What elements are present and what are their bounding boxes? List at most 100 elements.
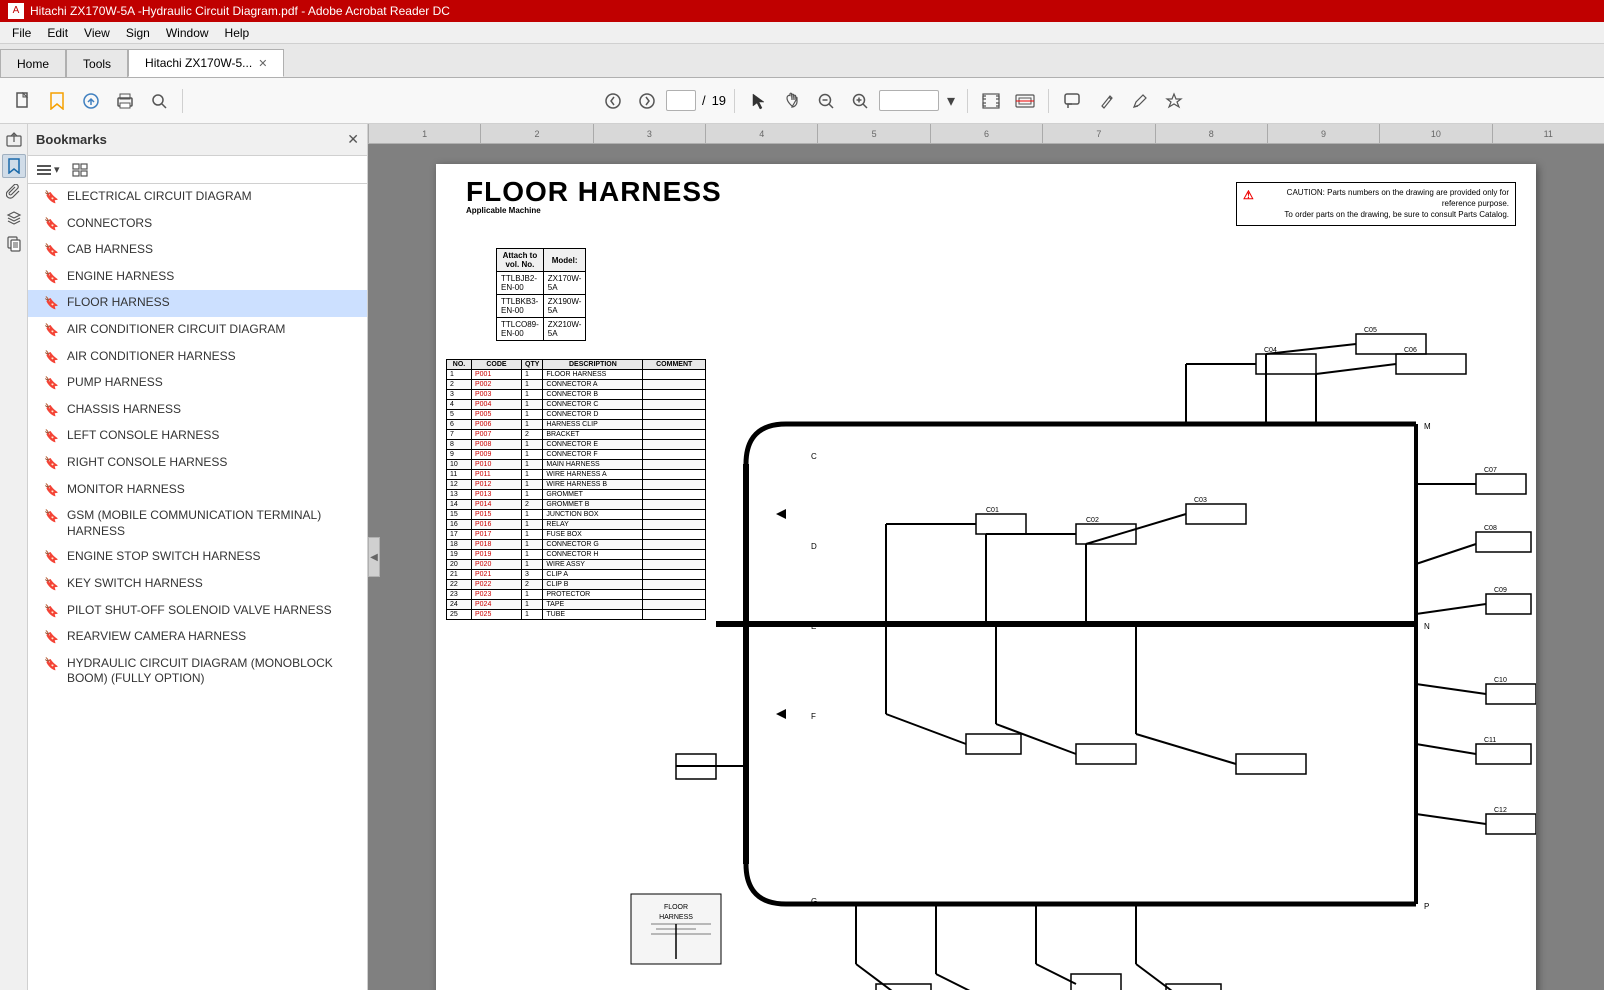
bookmark-engine-harness[interactable]: 🔖 ENGINE HARNESS bbox=[28, 264, 367, 291]
page-number-input[interactable]: 5 bbox=[666, 90, 696, 111]
bookmark-pump-harness[interactable]: 🔖 PUMP HARNESS bbox=[28, 370, 367, 397]
bookmark-hydraulic-circuit[interactable]: 🔖 HYDRAULIC CIRCUIT DIAGRAM (MONOBLOCK B… bbox=[28, 651, 367, 692]
bookmark-label: CONNECTORS bbox=[67, 216, 152, 232]
bookmark-icon: 🔖 bbox=[44, 657, 59, 673]
zoom-in-button[interactable] bbox=[845, 86, 875, 116]
bookmark-connectors[interactable]: 🔖 CONNECTORS bbox=[28, 211, 367, 238]
bookmarks-toolbar: ▾ bbox=[28, 156, 367, 184]
rail-pages-icon[interactable] bbox=[2, 232, 26, 256]
highlight-button[interactable] bbox=[1091, 86, 1121, 116]
stamp-button[interactable] bbox=[1159, 86, 1189, 116]
bookmark-icon: 🔖 bbox=[44, 217, 59, 233]
caution-text: CAUTION: Parts numbers on the drawing ar… bbox=[1258, 187, 1509, 221]
bookmark-label: ENGINE STOP SWITCH HARNESS bbox=[67, 549, 261, 565]
svg-text:N: N bbox=[1424, 622, 1430, 631]
svg-text:D: D bbox=[811, 542, 817, 551]
find-button[interactable] bbox=[144, 86, 174, 116]
menu-sign[interactable]: Sign bbox=[118, 24, 158, 42]
tab-close-icon[interactable]: ✕ bbox=[258, 57, 267, 70]
svg-text:C08: C08 bbox=[1484, 525, 1497, 532]
bookmark-floor-harness[interactable]: 🔖 FLOOR HARNESS bbox=[28, 290, 367, 317]
select-tool-button[interactable] bbox=[743, 86, 773, 116]
zoom-dropdown-button[interactable]: ▾ bbox=[943, 86, 959, 116]
bookmark-label: RIGHT CONSOLE HARNESS bbox=[67, 455, 227, 471]
bookmark-pilot-shutoff[interactable]: 🔖 PILOT SHUT-OFF SOLENOID VALVE HARNESS bbox=[28, 598, 367, 625]
upload-button[interactable] bbox=[76, 86, 106, 116]
bookmark-electrical-circuit[interactable]: 🔖 ELECTRICAL CIRCUIT DIAGRAM bbox=[28, 184, 367, 211]
bookmark-left-console[interactable]: 🔖 LEFT CONSOLE HARNESS bbox=[28, 423, 367, 450]
menu-file[interactable]: File bbox=[4, 24, 39, 42]
zoom-out-button[interactable] bbox=[811, 86, 841, 116]
ruler-mark: 11 bbox=[1492, 124, 1604, 143]
bookmark-icon: 🔖 bbox=[44, 190, 59, 206]
fit-page-button[interactable] bbox=[976, 86, 1006, 116]
titlebar: A Hitachi ZX170W-5A -Hydraulic Circuit D… bbox=[0, 0, 1604, 22]
bookmark-gsm-harness[interactable]: 🔖 GSM (MOBILE COMMUNICATION TERMINAL) HA… bbox=[28, 503, 367, 544]
bookmark-cab-harness[interactable]: 🔖 CAB HARNESS bbox=[28, 237, 367, 264]
bookmark-icon: 🔖 bbox=[44, 403, 59, 419]
bookmark-label: LEFT CONSOLE HARNESS bbox=[67, 428, 219, 444]
prev-page-button[interactable] bbox=[598, 86, 628, 116]
pdf-page: FLOOR HARNESS Applicable Machine Attach … bbox=[436, 164, 1536, 990]
scan-button[interactable] bbox=[1010, 86, 1040, 116]
menu-edit[interactable]: Edit bbox=[39, 24, 76, 42]
bookmark-icon: 🔖 bbox=[44, 456, 59, 472]
tab-document[interactable]: Hitachi ZX170W-5... ✕ bbox=[128, 49, 284, 77]
tab-home[interactable]: Home bbox=[0, 49, 66, 77]
svg-text:M: M bbox=[1424, 422, 1431, 431]
svg-text:C10: C10 bbox=[1494, 677, 1507, 684]
svg-text:HARNESS: HARNESS bbox=[659, 914, 693, 921]
ruler-mark: 10 bbox=[1379, 124, 1491, 143]
bookmark-button[interactable] bbox=[42, 86, 72, 116]
rail-bookmarks-icon[interactable] bbox=[2, 154, 26, 178]
markup-button[interactable] bbox=[1125, 86, 1155, 116]
rail-attachment-icon[interactable] bbox=[2, 180, 26, 204]
bookmark-chassis-harness[interactable]: 🔖 CHASSIS HARNESS bbox=[28, 397, 367, 424]
page-navigation: 5 / 19 bbox=[666, 90, 726, 111]
app-icon: A bbox=[8, 3, 24, 19]
toolbar-sep-3 bbox=[967, 89, 968, 113]
bookmark-label: ELECTRICAL CIRCUIT DIAGRAM bbox=[67, 189, 252, 205]
pdf-viewer[interactable]: 1 2 3 4 5 6 7 8 9 10 11 FLOOR HARNESS Ap… bbox=[368, 124, 1604, 990]
bookmark-label: KEY SWITCH HARNESS bbox=[67, 576, 203, 592]
bookmarks-expand-button[interactable] bbox=[68, 159, 92, 181]
bookmark-rearview-camera[interactable]: 🔖 REARVIEW CAMERA HARNESS bbox=[28, 624, 367, 651]
bookmark-label: CHASSIS HARNESS bbox=[67, 402, 181, 418]
bookmark-label: MONITOR HARNESS bbox=[67, 482, 185, 498]
bookmark-label: AIR CONDITIONER CIRCUIT DIAGRAM bbox=[67, 322, 285, 338]
bookmark-monitor-harness[interactable]: 🔖 MONITOR HARNESS bbox=[28, 477, 367, 504]
rail-share-icon[interactable] bbox=[2, 128, 26, 152]
bookmark-ac-harness[interactable]: 🔖 AIR CONDITIONER HARNESS bbox=[28, 344, 367, 371]
pdf-page-container[interactable]: FLOOR HARNESS Applicable Machine Attach … bbox=[368, 144, 1604, 990]
bookmark-icon: 🔖 bbox=[44, 429, 59, 445]
menubar: File Edit View Sign Window Help bbox=[0, 22, 1604, 44]
bookmark-engine-stop[interactable]: 🔖 ENGINE STOP SWITCH HARNESS bbox=[28, 544, 367, 571]
ruler-mark: 7 bbox=[1042, 124, 1154, 143]
main-area: Bookmarks ✕ ▾ 🔖 ELECTRICAL CIRCUIT DIAGR… bbox=[0, 124, 1604, 990]
bookmark-icon: 🔖 bbox=[44, 270, 59, 286]
menu-window[interactable]: Window bbox=[158, 24, 217, 42]
bookmark-label: PUMP HARNESS bbox=[67, 375, 163, 391]
rail-layers-icon[interactable] bbox=[2, 206, 26, 230]
menu-view[interactable]: View bbox=[76, 24, 118, 42]
bookmark-icon: 🔖 bbox=[44, 243, 59, 259]
tab-tools[interactable]: Tools bbox=[66, 49, 128, 77]
bookmarks-menu-button[interactable]: ▾ bbox=[32, 159, 64, 181]
next-page-button[interactable] bbox=[632, 86, 662, 116]
comment-button[interactable] bbox=[1057, 86, 1087, 116]
panel-collapse-button[interactable]: ◀ bbox=[368, 537, 380, 577]
zoom-input[interactable]: 48.5% bbox=[879, 90, 939, 111]
hand-tool-button[interactable] bbox=[777, 86, 807, 116]
tab-home-label: Home bbox=[17, 57, 49, 71]
schematic-diagram: FLOOR HARNESS C01 C02 C03 C04 C05 C06 C0… bbox=[436, 264, 1536, 990]
bookmark-ac-circuit[interactable]: 🔖 AIR CONDITIONER CIRCUIT DIAGRAM bbox=[28, 317, 367, 344]
toolbar-sep-2 bbox=[734, 89, 735, 113]
bookmark-key-switch[interactable]: 🔖 KEY SWITCH HARNESS bbox=[28, 571, 367, 598]
print-button[interactable] bbox=[110, 86, 140, 116]
bookmark-icon: 🔖 bbox=[44, 550, 59, 566]
bookmark-right-console[interactable]: 🔖 RIGHT CONSOLE HARNESS bbox=[28, 450, 367, 477]
menu-help[interactable]: Help bbox=[217, 24, 258, 42]
bookmarks-close-button[interactable]: ✕ bbox=[347, 131, 359, 148]
new-button[interactable] bbox=[8, 86, 38, 116]
toolbar-sep-1 bbox=[182, 89, 183, 113]
